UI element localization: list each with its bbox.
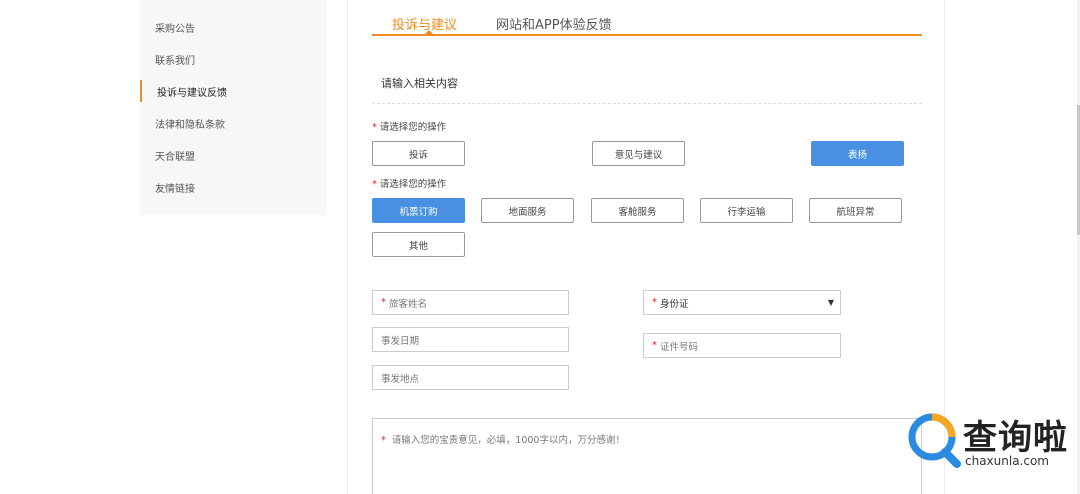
- id-number-placeholder: 证件号码: [660, 341, 699, 353]
- incident-location-field[interactable]: 事发地点: [372, 365, 569, 390]
- operation-label-1: * 请选择您的操作: [372, 119, 446, 133]
- sidebar-item-contact[interactable]: 联系我们: [155, 52, 195, 67]
- id-number-field[interactable]: * 证件号码: [643, 333, 841, 358]
- comment-textarea[interactable]: * 请输入您的宝贵意见，必填，1000字以内，万分感谢！: [372, 418, 922, 494]
- incident-location-placeholder: 事发地点: [381, 373, 420, 385]
- sidebar-item-skyteam[interactable]: 天合联盟: [155, 148, 195, 163]
- watermark-text: 查询啦: [963, 418, 1068, 458]
- incident-date-field[interactable]: 事发日期: [372, 327, 569, 352]
- chevron-down-icon: ▼: [827, 298, 834, 307]
- category-cabin-button[interactable]: 客舱服务: [591, 198, 684, 223]
- sidebar-item-procurement[interactable]: 采购公告: [155, 20, 195, 35]
- sidebar-active-indicator: [140, 80, 142, 102]
- sidebar-item-links[interactable]: 友情链接: [155, 180, 195, 195]
- tab-app-feedback[interactable]: 网站和APP体验反馈: [496, 14, 612, 33]
- operation-label-text: 请选择您的操作: [379, 122, 447, 133]
- required-mark: *: [652, 340, 657, 351]
- required-mark: *: [381, 297, 386, 308]
- comment-placeholder: 请输入您的宝贵意见，必填，1000字以内，万分感谢！: [391, 435, 625, 446]
- passenger-name-field[interactable]: * 旅客姓名: [372, 290, 569, 315]
- sidebar-item-legal[interactable]: 法律和隐私条款: [155, 116, 225, 131]
- section-title: 请输入相关内容: [381, 77, 458, 90]
- required-mark: *: [381, 435, 386, 446]
- sidebar-item-feedback[interactable]: 投诉与建议反馈: [157, 84, 227, 99]
- id-type-value: 身份证: [660, 298, 689, 310]
- id-type-select[interactable]: * 身份证 ▼: [643, 290, 841, 315]
- watermark-logo: 查询啦 chaxunla.com: [905, 408, 1075, 474]
- operation-label-text: 请选择您的操作: [379, 179, 447, 190]
- option-complaint-button[interactable]: 投诉: [372, 141, 465, 166]
- required-mark: *: [372, 179, 377, 190]
- required-mark: *: [652, 297, 657, 308]
- category-ticket-button[interactable]: 机票订购: [372, 198, 465, 223]
- category-ground-button[interactable]: 地面服务: [481, 198, 574, 223]
- operation-label-2: * 请选择您的操作: [372, 176, 446, 190]
- option-praise-button[interactable]: 表扬: [811, 141, 904, 166]
- sidebar: 采购公告 联系我们 投诉与建议反馈 法律和隐私条款 天合联盟 友情链接: [140, 0, 327, 215]
- incident-date-placeholder: 事发日期: [381, 335, 420, 347]
- category-baggage-button[interactable]: 行李运输: [700, 198, 793, 223]
- option-suggestion-button[interactable]: 意见与建议: [592, 141, 685, 166]
- watermark-url: chaxunla.com: [965, 454, 1049, 468]
- section-divider: [372, 103, 922, 104]
- passenger-name-placeholder: 旅客姓名: [389, 298, 428, 310]
- category-flight-button[interactable]: 航班异常: [809, 198, 902, 223]
- tab-underline: [372, 34, 922, 36]
- main-panel: 投诉与建议 网站和APP体验反馈 请输入相关内容 * 请选择您的操作 投诉 意见与…: [347, 0, 945, 494]
- search-logo-icon: [908, 413, 961, 468]
- required-mark: *: [372, 122, 377, 133]
- category-other-button[interactable]: 其他: [372, 232, 465, 257]
